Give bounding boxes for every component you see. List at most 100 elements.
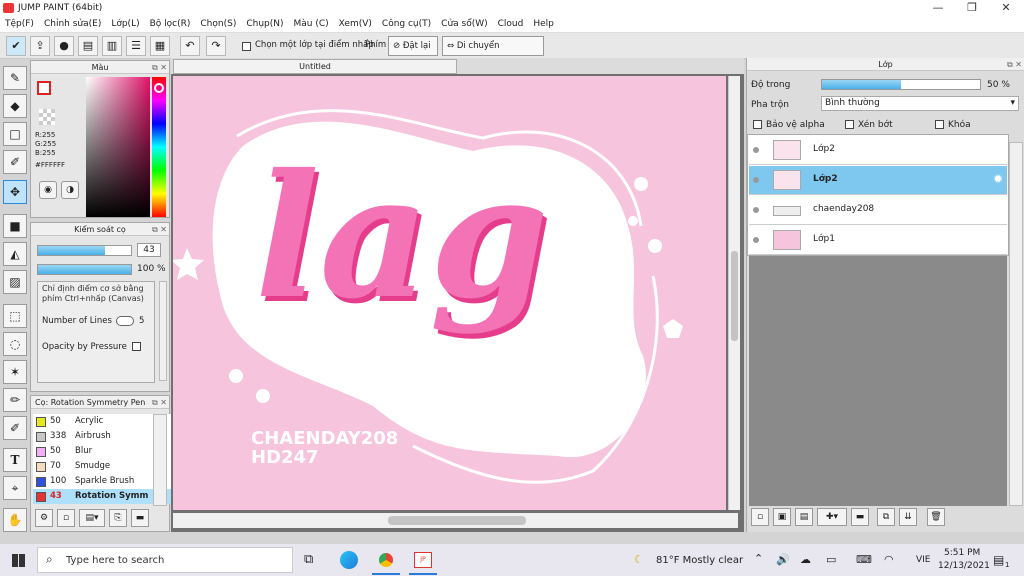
panel-buttons-icon[interactable]: ⧉ ✕ [152,396,167,409]
menu-layer[interactable]: Lớp(L) [106,16,144,33]
brush-opacity-slider[interactable] [37,264,132,275]
lasso-icon[interactable]: ◌ [3,332,27,356]
menu-cloud[interactable]: Cloud [493,16,529,33]
palette-icon[interactable]: ◉ [39,181,57,199]
panel-buttons-icon[interactable]: ⧉ ✕ [152,223,167,236]
jump-paint-taskbar-icon[interactable]: JP [414,552,432,568]
layer-row[interactable]: Lớp2 [749,136,1007,165]
canvas-vertical-scrollbar[interactable] [728,76,740,510]
menu-file[interactable]: Tệp(F) [0,16,39,33]
brush-menu-icon[interactable]: ▤▾ [79,509,105,527]
document-tab[interactable]: Untitled [173,59,457,74]
language-indicator[interactable]: VIE [916,555,931,565]
delete-layer-icon[interactable]: 🗑 [927,508,945,526]
panel-buttons-icon[interactable]: ⧉ ✕ [152,61,167,74]
layer-row[interactable]: Lớp1 [749,226,1007,255]
brush-size-value[interactable]: 43 [137,243,161,257]
canvas-horizontal-scrollbar[interactable] [173,513,738,528]
cloud-icon[interactable]: ☁ [800,553,811,566]
layer-row-selected[interactable]: Lớp2 ✹ [749,166,1007,195]
pen-tool-icon[interactable]: ✐ [3,150,27,174]
layer-scrollbar[interactable] [1009,142,1023,506]
menu-tools[interactable]: Công cụ(T) [377,16,436,33]
menu-help[interactable]: Help [528,16,559,33]
lines-toggle[interactable] [116,316,134,326]
comment-icon[interactable]: ▤ [78,36,98,56]
edge-icon[interactable] [340,551,358,569]
select-eraser-icon[interactable]: ✐ [3,416,27,440]
menu-filter[interactable]: Bộ lọc(R) [145,16,196,33]
redo-icon[interactable]: ↷ [206,36,226,56]
rectangle-tool-icon[interactable]: □ [3,122,27,146]
duplicate-layer-icon[interactable]: ⧉ [877,508,895,526]
list-icon[interactable]: ☰ [126,36,146,56]
gear-icon[interactable]: ✹ [993,172,1003,186]
text-tool-icon[interactable]: T [3,448,27,472]
brush-settings-scrollbar[interactable] [159,281,167,381]
chevron-up-icon[interactable]: ⌃ [754,552,763,565]
weather-text[interactable]: 81°F Mostly clear [656,555,743,566]
folder-icon[interactable]: ▬ [851,508,869,526]
eyedropper-icon[interactable]: ⌖ [3,476,27,500]
clock-time[interactable]: 5:51 PM [944,548,980,558]
cloud-check-icon[interactable]: ✔ [6,36,26,56]
visibility-icon[interactable] [753,177,759,183]
select-pen-icon[interactable]: ✏ [3,388,27,412]
horizontal-scroll-thumb[interactable] [388,516,526,525]
magic-wand-icon[interactable]: ✶ [3,360,27,384]
menu-view[interactable]: Xem(V) [334,16,377,33]
move-button[interactable]: ⇔ Di chuyển ngang/dọc [442,36,544,69]
task-view-icon[interactable]: ⧉ [304,552,313,567]
saturation-value-field[interactable] [86,77,150,217]
menu-select[interactable]: Chọn(S) [195,16,241,33]
layer-opacity-slider[interactable] [821,79,981,90]
new-brush-icon[interactable]: ▫ [57,509,75,527]
chrome-icon[interactable] [377,551,395,569]
notification-icon[interactable]: ▤ [993,553,1004,567]
canvas[interactable]: lag lag CHAENDAY208 HD247 [173,76,726,510]
hue-strip[interactable] [152,77,166,217]
brush-tool-icon[interactable]: ✎ [3,66,27,90]
brush-settings-icon[interactable]: ⚙ [35,509,53,527]
maximize-button[interactable]: ❐ [955,0,989,16]
new-text-layer-icon[interactable]: ▤ [795,508,813,526]
menu-capture[interactable]: Chụp(N) [241,16,288,33]
hand-tool-icon[interactable]: ✋ [3,508,27,532]
transparent-swatch[interactable] [39,109,55,125]
speech-bubble-icon[interactable]: ● [54,36,74,56]
new-layer-icon[interactable]: ▫ [751,508,769,526]
blend-mode-select[interactable]: Bình thường ▾ [821,96,1019,111]
snap-checkbox[interactable] [242,42,251,51]
brush-size-slider[interactable] [37,245,132,256]
panel-buttons-icon[interactable]: ⧉ ✕ [1007,58,1022,71]
document-icon[interactable]: ▥ [102,36,122,56]
menu-window[interactable]: Cửa sổ(W) [436,16,492,33]
visibility-icon[interactable] [753,147,759,153]
vertical-scroll-thumb[interactable] [731,251,738,341]
brush-list-scrollbar[interactable] [153,414,167,506]
taskbar-search-box[interactable]: ⌕ Type here to search [37,547,293,573]
foreground-swatch[interactable] [37,81,51,95]
visibility-icon[interactable] [753,237,759,243]
visibility-icon[interactable] [753,207,759,213]
volume-icon[interactable]: 🔊 [776,553,790,566]
close-button[interactable]: ✕ [989,0,1023,16]
fill-rect-tool-icon[interactable]: ■ [3,214,27,238]
copy-brush-icon[interactable]: ⎘ [109,509,127,527]
grid-icon[interactable]: ▦ [150,36,170,56]
clock-date[interactable]: 12/13/2021 [938,561,990,571]
mix-icon[interactable]: ◑ [61,181,79,199]
share-icon[interactable]: ⇪ [30,36,50,56]
merge-layer-icon[interactable]: ⇊ [899,508,917,526]
undo-icon[interactable]: ↶ [180,36,200,56]
wifi-icon[interactable]: ◠ [884,553,894,566]
menu-color[interactable]: Màu (C) [289,16,334,33]
protect-alpha-checkbox[interactable] [753,120,762,129]
windows-start-icon[interactable] [12,554,25,567]
eraser-tool-icon[interactable]: ◆ [3,94,27,118]
add-layer-menu-icon[interactable]: ✚▾ [817,508,847,526]
move-tool-icon[interactable]: ✥ [3,180,27,204]
new-raster-icon[interactable]: ▣ [773,508,791,526]
layer-row[interactable]: chaenday208 [749,196,1007,225]
menu-edit[interactable]: Chỉnh sửa(E) [39,16,106,33]
